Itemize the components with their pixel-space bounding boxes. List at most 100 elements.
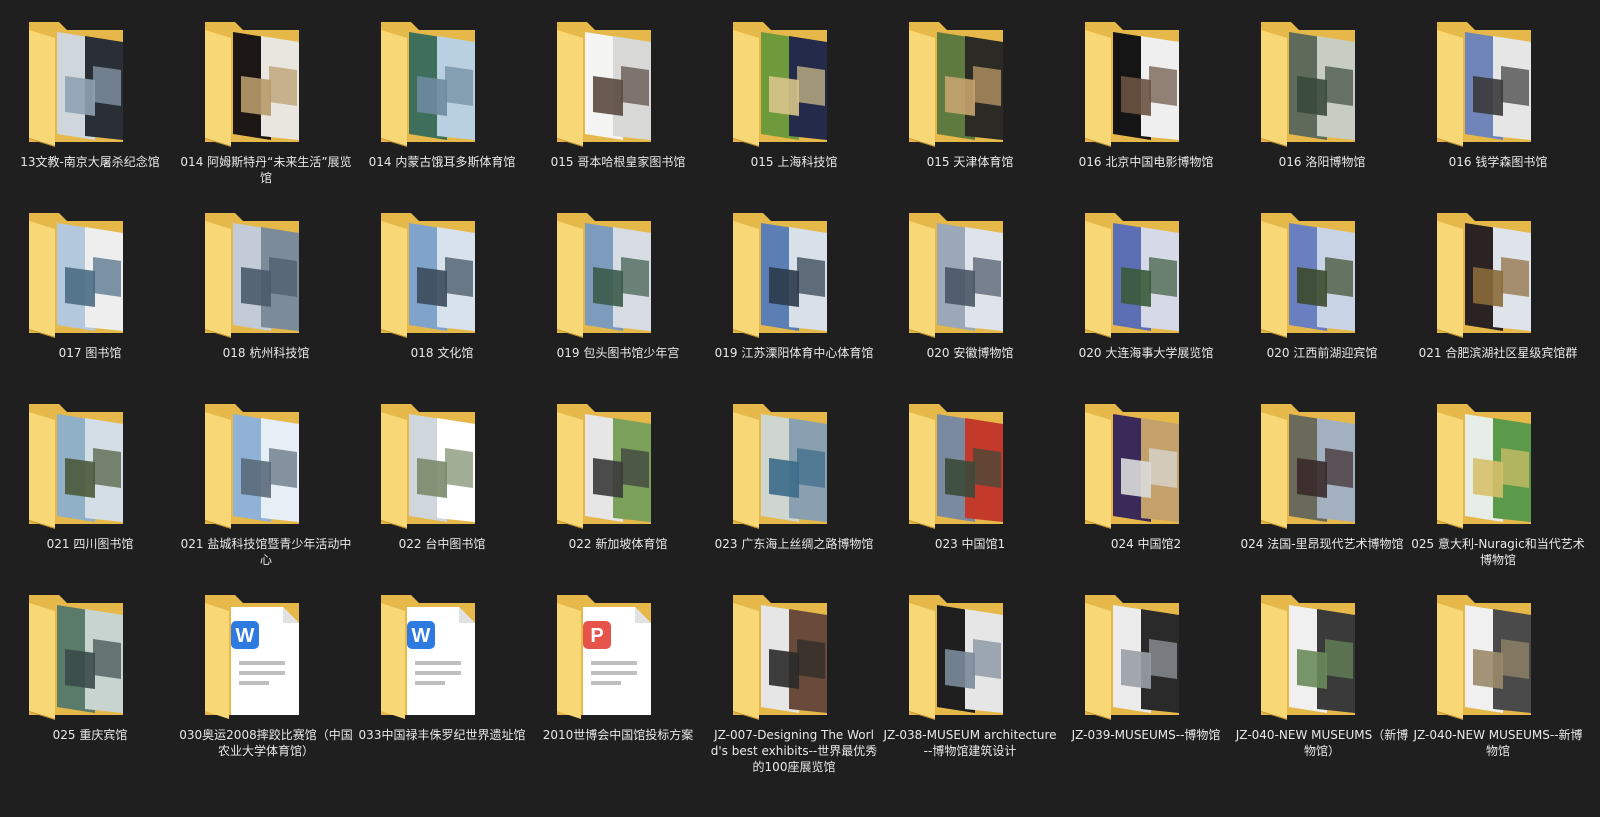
- folder-icon: [1257, 207, 1387, 339]
- folder-item[interactable]: JZ-039-MUSEUMS--博物馆: [1058, 575, 1234, 765]
- folder-icon: [25, 207, 155, 339]
- item-label: JZ-040-NEW MUSEUMS--新博物馆: [1413, 728, 1583, 758]
- folder-icon: [25, 16, 155, 148]
- folder-icon: [1081, 207, 1211, 339]
- item-label: JZ-040-NEW MUSEUMS（新博物馆）: [1235, 728, 1409, 758]
- folder-icon: [905, 16, 1035, 148]
- item-label: 020 江西前湖迎宾馆: [1266, 346, 1378, 360]
- folder-item[interactable]: 020 江西前湖迎宾馆: [1234, 193, 1410, 383]
- item-label: 025 意大利-Nuragic和当代艺术博物馆: [1411, 537, 1585, 567]
- folder-icon: [201, 398, 331, 530]
- item-label: JZ-039-MUSEUMS--博物馆: [1071, 728, 1221, 742]
- folder-item[interactable]: 021 合肥滨湖社区星级宾馆群: [1410, 193, 1586, 383]
- folder-icon: [553, 207, 683, 339]
- folder-item[interactable]: 020 安徽博物馆: [882, 193, 1058, 383]
- folder-item[interactable]: 024 法国-里昂现代艺术博物馆: [1234, 384, 1410, 574]
- item-label: 022 台中图书馆: [398, 537, 486, 551]
- folder-icon: [1081, 16, 1211, 148]
- item-label: 018 文化馆: [410, 346, 474, 360]
- item-label: 023 中国馆1: [934, 537, 1006, 551]
- folder-item[interactable]: 015 天津体育馆: [882, 2, 1058, 192]
- item-label: 022 新加坡体育馆: [568, 537, 668, 551]
- folder-icon: [905, 589, 1035, 721]
- folder-icon: [1433, 589, 1563, 721]
- folder-icon: [553, 398, 683, 530]
- word-document-icon: W: [201, 589, 331, 721]
- folder-icon: [25, 398, 155, 530]
- item-label: 019 江苏溧阳体育中心体育馆: [714, 346, 874, 360]
- folder-icon: [729, 398, 859, 530]
- item-label: 015 哥本哈根皇家图书馆: [550, 155, 686, 169]
- folder-icon: [1433, 16, 1563, 148]
- folder-item[interactable]: JZ-038-MUSEUM architecture--博物馆建筑设计: [882, 575, 1058, 765]
- folder-item[interactable]: 025 意大利-Nuragic和当代艺术博物馆: [1410, 384, 1586, 574]
- item-label: 015 天津体育馆: [926, 155, 1014, 169]
- folder-icon: [729, 207, 859, 339]
- folder-icon: [1081, 589, 1211, 721]
- item-label: JZ-038-MUSEUM architecture--博物馆建筑设计: [883, 728, 1057, 758]
- folder-icon: [1081, 398, 1211, 530]
- item-label: 016 钱学森图书馆: [1448, 155, 1548, 169]
- folder-item[interactable]: 019 江苏溧阳体育中心体育馆: [706, 193, 882, 383]
- item-label: 019 包头图书馆少年宫: [556, 346, 680, 360]
- item-label: 025 重庆宾馆: [52, 728, 128, 742]
- folder-icon: [1257, 16, 1387, 148]
- folder-item[interactable]: 020 大连海事大学展览馆: [1058, 193, 1234, 383]
- folder-icon: [201, 207, 331, 339]
- folder-item[interactable]: JZ-007-Designing The World's best exhibi…: [706, 575, 882, 774]
- item-label: 2010世博会中国馆投标方案: [542, 728, 694, 742]
- folder-item[interactable]: JZ-040-NEW MUSEUMS（新博物馆）: [1234, 575, 1410, 765]
- folder-item[interactable]: 016 钱学森图书馆: [1410, 2, 1586, 192]
- folder-icon: [1433, 207, 1563, 339]
- item-label: 016 北京中国电影博物馆: [1078, 155, 1214, 169]
- folder-icon: [377, 16, 507, 148]
- folder-item[interactable]: 021 四川图书馆: [2, 384, 178, 574]
- folder-item[interactable]: 022 台中图书馆: [354, 384, 530, 574]
- folder-item[interactable]: JZ-040-NEW MUSEUMS--新博物馆: [1410, 575, 1586, 765]
- item-label: 018 杭州科技馆: [222, 346, 310, 360]
- pdf-document-icon: P: [553, 589, 683, 721]
- item-label: 017 图书馆: [58, 346, 122, 360]
- item-label: 021 盐城科技馆暨青少年活动中心: [180, 537, 352, 567]
- item-label: 016 洛阳博物馆: [1278, 155, 1366, 169]
- folder-item[interactable]: 015 上海科技馆: [706, 2, 882, 192]
- file-grid: 13文教-南京大屠杀纪念馆 014 阿姆斯特丹“未来生活”展览馆 014 内蒙古饿耳…: [0, 0, 1600, 817]
- file-item[interactable]: W 030奥运2008摔跤比赛馆（中国农业大学体育馆）: [178, 575, 354, 765]
- folder-item[interactable]: 015 哥本哈根皇家图书馆: [530, 2, 706, 192]
- folder-item[interactable]: 13文教-南京大屠杀纪念馆: [2, 2, 178, 192]
- item-label: 021 四川图书馆: [46, 537, 134, 551]
- item-label: 023 广东海上丝绸之路博物馆: [714, 537, 874, 551]
- item-label: 030奥运2008摔跤比赛馆（中国农业大学体育馆）: [179, 728, 353, 758]
- folder-item[interactable]: 024 中国馆2: [1058, 384, 1234, 574]
- folder-icon: [553, 16, 683, 148]
- folder-item[interactable]: 023 中国馆1: [882, 384, 1058, 574]
- folder-icon: [729, 16, 859, 148]
- folder-icon: [201, 16, 331, 148]
- folder-item[interactable]: 017 图书馆: [2, 193, 178, 383]
- folder-icon: [377, 398, 507, 530]
- folder-item[interactable]: 016 洛阳博物馆: [1234, 2, 1410, 192]
- folder-item[interactable]: 025 重庆宾馆: [2, 575, 178, 765]
- folder-item[interactable]: 023 广东海上丝绸之路博物馆: [706, 384, 882, 574]
- folder-item[interactable]: 018 杭州科技馆: [178, 193, 354, 383]
- folder-item[interactable]: 014 阿姆斯特丹“未来生活”展览馆: [178, 2, 354, 192]
- file-item[interactable]: W 033中国禄丰侏罗纪世界遗址馆: [354, 575, 530, 765]
- folder-icon: [1257, 398, 1387, 530]
- item-label: 021 合肥滨湖社区星级宾馆群: [1418, 346, 1578, 360]
- item-label: 015 上海科技馆: [750, 155, 838, 169]
- folder-icon: [905, 398, 1035, 530]
- folder-icon: [1433, 398, 1563, 530]
- svg-text:W: W: [412, 625, 431, 647]
- item-label: 13文教-南京大屠杀纪念馆: [20, 155, 160, 169]
- folder-item[interactable]: 021 盐城科技馆暨青少年活动中心: [178, 384, 354, 574]
- folder-item[interactable]: 018 文化馆: [354, 193, 530, 383]
- folder-item[interactable]: 019 包头图书馆少年宫: [530, 193, 706, 383]
- folder-item[interactable]: 016 北京中国电影博物馆: [1058, 2, 1234, 192]
- item-label: 024 法国-里昂现代艺术博物馆: [1240, 537, 1404, 551]
- svg-text:P: P: [590, 625, 603, 647]
- folder-item[interactable]: 014 内蒙古饿耳多斯体育馆: [354, 2, 530, 192]
- folder-icon: [729, 589, 859, 721]
- item-label: JZ-007-Designing The World's best exhibi…: [710, 728, 878, 774]
- folder-item[interactable]: 022 新加坡体育馆: [530, 384, 706, 574]
- file-item[interactable]: P 2010世博会中国馆投标方案: [530, 575, 706, 765]
